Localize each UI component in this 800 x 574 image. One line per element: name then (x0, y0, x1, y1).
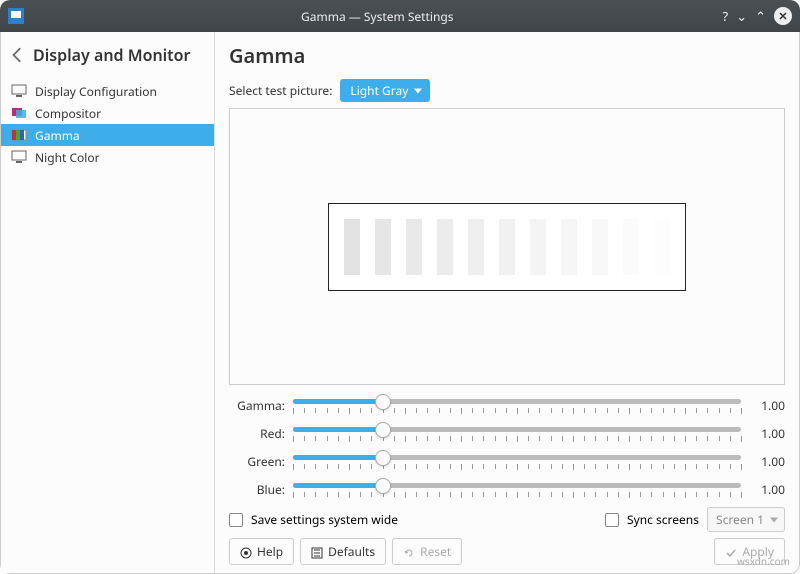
slider-label: Blue: (229, 481, 285, 498)
gray-bar (561, 219, 577, 275)
slider-label: Green: (229, 453, 285, 470)
sidebar-item-display-configuration[interactable]: Display Configuration (1, 80, 214, 102)
defaults-button[interactable]: Defaults (300, 538, 386, 565)
defaults-button-label: Defaults (328, 543, 375, 560)
page-title: Gamma (229, 42, 785, 69)
gray-bar (592, 219, 608, 275)
minimize-icon[interactable]: ⌄ (736, 7, 747, 25)
picture-row: Select test picture: Light Gray (229, 79, 785, 102)
sidebar-item-label: Compositor (35, 105, 101, 122)
slider-row-blue: Blue: 1.00 (229, 479, 785, 499)
main: Gamma Select test picture: Light Gray Ga… (215, 32, 799, 573)
app-icon (8, 8, 24, 24)
apply-icon (725, 546, 737, 558)
help-btn-icon (240, 546, 252, 558)
gray-bar (468, 219, 484, 275)
sidebar-item-label: Gamma (35, 127, 80, 144)
sync-screens-label: Sync screens (627, 511, 699, 528)
sidebar: Display and Monitor Display Configuratio… (1, 32, 215, 573)
gray-bar (623, 219, 639, 275)
preview-frame (229, 108, 785, 385)
compositor-icon (11, 105, 27, 121)
slider-track[interactable] (293, 395, 741, 415)
sidebar-item-night-color[interactable]: Night Color (1, 146, 214, 168)
picture-dropdown[interactable]: Light Gray (340, 79, 430, 102)
slider-row-gamma: Gamma: 1.00 (229, 395, 785, 415)
sidebar-items: Display Configuration Compositor Gamma N… (1, 80, 214, 168)
sidebar-header: Display and Monitor (1, 32, 214, 80)
picture-label: Select test picture: (229, 82, 332, 99)
slider-thumb[interactable] (375, 478, 391, 494)
defaults-icon (311, 546, 323, 558)
sync-screens-checkbox[interactable] (605, 513, 619, 527)
slider-row-red: Red: 1.00 (229, 423, 785, 443)
save-wide-checkbox[interactable] (229, 513, 243, 527)
gray-bar (406, 219, 422, 275)
slider-thumb[interactable] (375, 422, 391, 438)
sidebar-item-label: Night Color (35, 149, 100, 166)
titlebar: Gamma — System Settings ? ⌄ ⌃ ✕ (0, 0, 800, 32)
slider-label: Gamma: (229, 397, 285, 414)
reset-button-label: Reset (420, 543, 451, 560)
monitor-icon (11, 83, 27, 99)
gray-bar (499, 219, 515, 275)
slider-value: 1.00 (749, 453, 785, 470)
options-row: Save settings system wide Sync screens S… (229, 507, 785, 532)
window-buttons: ? ⌄ ⌃ ✕ (723, 7, 792, 25)
screen-select[interactable]: Screen 1 (707, 507, 785, 532)
help-button-label: Help (257, 543, 283, 560)
sidebar-item-label: Display Configuration (35, 83, 157, 100)
sidebar-item-gamma[interactable]: Gamma (1, 124, 214, 146)
buttons-row: Help Defaults Reset Apply (229, 538, 785, 565)
preview-inner (328, 203, 686, 291)
sidebar-item-compositor[interactable]: Compositor (1, 102, 214, 124)
sidebar-title: Display and Monitor (33, 44, 191, 66)
slider-thumb[interactable] (375, 394, 391, 410)
slider-value: 1.00 (749, 397, 785, 414)
slider-track[interactable] (293, 479, 741, 499)
gray-bar (437, 219, 453, 275)
night-icon (11, 149, 27, 165)
save-wide-label: Save settings system wide (251, 511, 398, 528)
watermark: wsxdn.com (737, 554, 790, 568)
reset-icon (403, 546, 415, 558)
sliders: Gamma: 1.00 Red: 1.00 Green: 1.00 Blue: 1.00 (229, 395, 785, 499)
close-icon[interactable]: ✕ (774, 7, 792, 25)
help-icon[interactable]: ? (723, 7, 729, 25)
slider-track[interactable] (293, 451, 741, 471)
body: Display and Monitor Display Configuratio… (0, 32, 800, 574)
gray-bar (344, 219, 360, 275)
slider-value: 1.00 (749, 425, 785, 442)
gray-bar (654, 219, 670, 275)
reset-button[interactable]: Reset (392, 538, 462, 565)
gray-bar (530, 219, 546, 275)
window-title: Gamma — System Settings (32, 8, 723, 25)
gamma-icon (11, 127, 27, 143)
slider-row-green: Green: 1.00 (229, 451, 785, 471)
slider-value: 1.00 (749, 481, 785, 498)
slider-label: Red: (229, 425, 285, 442)
gray-bar (375, 219, 391, 275)
slider-track[interactable] (293, 423, 741, 443)
maximize-icon[interactable]: ⌃ (755, 7, 766, 25)
slider-thumb[interactable] (375, 450, 391, 466)
back-icon[interactable] (9, 46, 27, 64)
help-button[interactable]: Help (229, 538, 294, 565)
